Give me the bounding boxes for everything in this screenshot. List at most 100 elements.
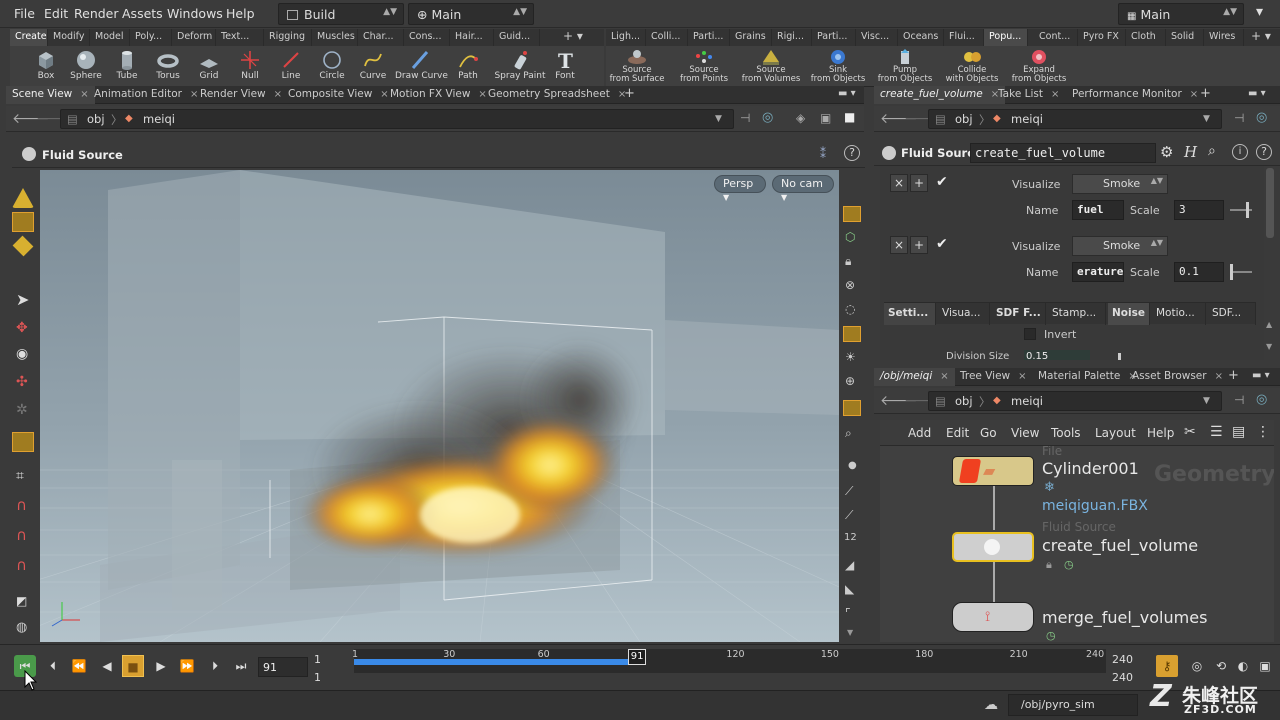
step-key-forward-icon[interactable]: ⏵ [204,655,226,677]
scene-viewport[interactable]: Persp ▼ No cam ▼ [40,170,839,642]
add-tab-icon[interactable]: + [1194,84,1217,102]
net-menu-edit[interactable]: Edit [946,426,969,440]
node-name-field[interactable]: create_fuel_volume [970,143,1156,163]
shelf-tab-particles[interactable]: Parti... [688,29,730,46]
point-icon[interactable]: ● [848,460,857,471]
tool-collide-objects[interactable]: Collide with Objects [937,46,1007,87]
magnet2-icon[interactable]: ∩ [16,526,27,544]
audio-icon[interactable]: ◐ [1232,655,1254,677]
pin-icon[interactable]: ⊣ [1234,393,1244,407]
step-key-back-icon[interactable]: ⏴ [42,655,64,677]
enable-check-icon[interactable]: ✔ [936,174,948,190]
shelf-tab-collisions[interactable]: Colli... [646,29,688,46]
shelf-tab-muscles[interactable]: Muscles [312,29,358,46]
background-icon[interactable]: ■ [844,110,855,124]
shelf-tab-lights[interactable]: Ligh... [606,29,646,46]
path-obj[interactable]: obj [955,112,973,126]
tool-line[interactable]: Line [269,46,313,87]
guides-icon[interactable]: ⌕ [845,426,852,441]
handles-icon[interactable] [12,432,34,452]
shelf-add-icon[interactable]: + ▾ [558,27,602,44]
shelf-tab-rigging[interactable]: Rigging [264,29,312,46]
search-icon[interactable]: ⌕ [1208,143,1216,159]
xray-icon[interactable]: ⊗ [845,278,855,292]
magnet-icon[interactable]: ∩ [16,496,27,514]
shelf-tab-model[interactable]: Model [90,29,130,46]
render-options-icon[interactable]: ▣ [820,111,831,125]
path-node[interactable]: meiqi [143,112,175,126]
options-icon[interactable]: ▣ [1254,655,1276,677]
sim-path-field[interactable]: /obj/pyro_sim [1008,694,1138,716]
pin-icon[interactable]: ⊣ [1234,111,1244,125]
tool-tube[interactable]: Tube [105,46,149,87]
scroll-up-icon[interactable]: ▲ [1266,320,1272,329]
node-create-fuel-volume[interactable] [952,532,1034,562]
help-h-icon[interactable]: H [1184,143,1197,161]
range-end-field[interactable]: 240 [1112,653,1133,666]
menu-render[interactable]: Render [74,6,119,21]
param-scrollbar[interactable] [1266,168,1274,238]
gear-icon[interactable]: ⚙ [1160,143,1173,161]
net-menu-help[interactable]: Help [1147,426,1174,440]
dropdown-icon[interactable]: ▼ [715,114,722,124]
scale-slider-2[interactable] [1230,271,1252,273]
realtime-icon[interactable]: ◎ [1186,655,1208,677]
shelf-tab-char[interactable]: Char... [358,29,404,46]
tool-curve[interactable]: Curve [351,46,395,87]
subtab-stamping[interactable]: Stamp... [1048,303,1106,325]
range-start2-field[interactable]: 1 [314,671,321,684]
menu-assets[interactable]: Assets [122,6,163,21]
shelf-tab-cloth[interactable]: Cloth [1126,29,1166,46]
tool-spray-paint[interactable]: Spray Paint [492,46,548,87]
range-end2-field[interactable]: 240 [1112,671,1133,684]
shelf-tab-viscous[interactable]: Visc... [856,29,898,46]
tool-font[interactable]: T Font [543,46,587,87]
normal-icon[interactable]: ⟋ [845,484,853,499]
link-icon[interactable]: ◎ [1256,110,1267,125]
tool-torus[interactable]: Torus [146,46,190,87]
scroll-down-icon[interactable]: ▼ [847,628,853,637]
subtab-settings[interactable]: Setti... [884,303,936,325]
tool-circle[interactable]: Circle [310,46,354,87]
prim-icon[interactable]: ◢ [845,558,854,572]
pose-tool-icon[interactable] [12,235,34,257]
link-icon[interactable]: ◎ [1256,392,1267,407]
tool-source-surface[interactable]: Source from Surface [602,46,672,87]
tool-pump-objects[interactable]: Pump from Objects [870,46,940,87]
loop-icon[interactable]: ⟲ [1210,655,1232,677]
pin-icon[interactable]: ⊣ [740,111,750,125]
path-obj[interactable]: obj [955,394,973,408]
perspective-menu[interactable]: Persp ▼ [714,175,766,202]
tool-box[interactable]: Box [24,46,68,87]
tool-source-volumes[interactable]: Source from Volumes [736,46,806,87]
handle-tool-icon[interactable] [12,212,34,232]
wrench-icon[interactable]: ✂ [1184,424,1196,440]
node-name-cylinder001[interactable]: Cylinder001 [1042,459,1139,478]
dropdown-icon[interactable]: ▼ [1203,396,1210,406]
visibility-icon[interactable] [843,206,861,222]
rotate-icon[interactable]: ◉ [16,346,28,362]
invert-checkbox[interactable] [1024,328,1036,340]
chat-icon[interactable]: ☁ [984,697,998,713]
tab-render-view[interactable]: Render View × [194,86,288,104]
more-icon[interactable]: ⋮ [1256,424,1270,440]
edge-icon[interactable]: ⟋ [845,508,853,523]
shelf-tab-text[interactable]: Text... [216,29,264,46]
menu-edit[interactable]: Edit [44,6,68,21]
division-slider[interactable] [1118,353,1121,360]
scale-field-1[interactable]: 3 [1174,200,1224,220]
shelf-tab-guid[interactable]: Guid... [494,29,540,46]
snap-icon[interactable]: ⌗ [16,468,24,484]
subtab-visualization[interactable]: Visua... [938,303,990,325]
path-obj[interactable]: obj [87,112,105,126]
close-icon[interactable]: × [940,371,948,382]
pane-menu-icon[interactable]: ▬ ▾ [832,86,862,104]
shelf-tab-cons[interactable]: Cons... [404,29,450,46]
net-menu-add[interactable]: Add [908,426,931,440]
network-path-field[interactable]: ▤ obj 〉 ◆ meiqi ▼ [928,391,1222,411]
shelf-tab-solid[interactable]: Solid [1166,29,1204,46]
tool-expand-objects[interactable]: Expand from Objects [1004,46,1074,87]
shelf-tab-modify[interactable]: Modify [48,29,90,46]
net-menu-go[interactable]: Go [980,426,997,440]
scale-field-2[interactable]: 0.1 [1174,262,1224,282]
